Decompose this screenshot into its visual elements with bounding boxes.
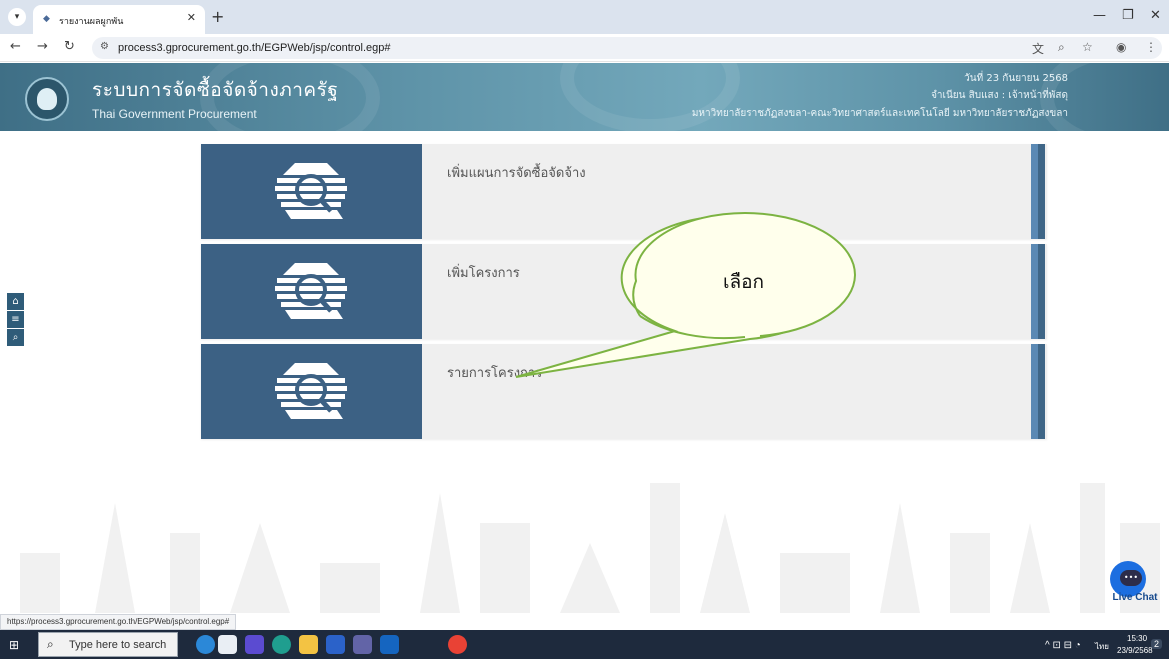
copilot-icon[interactable] (245, 635, 264, 654)
url-text[interactable]: process3.gprocurement.go.th/EGPWeb/jsp/c… (118, 42, 391, 54)
procurement-emblem-icon (275, 363, 347, 419)
card-accent-bar (1038, 144, 1045, 239)
taskbar-search-placeholder: Type here to search (69, 639, 167, 651)
browser-menu-icon[interactable]: ⋮ (1145, 40, 1157, 54)
restore-icon[interactable]: ❐ (1122, 8, 1134, 23)
procurement-emblem-icon (275, 263, 347, 319)
card-icon-panel (201, 344, 422, 439)
taskbar-search-icon: ⌕ (47, 637, 54, 651)
card-accent-bar (1031, 244, 1038, 339)
browser-tab[interactable]: ◆ รายงานผลผูกพัน ✕ (33, 5, 205, 34)
chat-dots-icon: ••• (1120, 570, 1142, 586)
card-accent-bar (1038, 344, 1045, 439)
live-chat-button[interactable]: ••• Live Chat (1103, 561, 1163, 611)
windows-start-icon[interactable]: ⊞ (9, 638, 19, 652)
tab-favicon-icon: ◆ (43, 14, 50, 24)
card-accent-bar (1031, 344, 1038, 439)
comptroller-logo[interactable] (25, 77, 69, 121)
browser-tab-strip: ▾ ◆ รายงานผลผูกพัน ✕ + — ❐ ✕ (0, 0, 1169, 34)
clock-date[interactable]: 23/9/2568 (1117, 646, 1153, 655)
header-user: จำเนียน สิบแสง : เจ้าหน้าที่พัสดุ (931, 90, 1068, 101)
menu-card-project-list[interactable]: รายการโครงการ (201, 344, 1047, 439)
site-subtitle: Thai Government Procurement (92, 107, 257, 121)
translate-icon[interactable]: 文 (1032, 40, 1044, 57)
menu-card-label: เพิ่มโครงการ (447, 266, 520, 281)
minimize-icon[interactable]: — (1093, 8, 1106, 23)
back-icon[interactable]: ← (10, 39, 21, 54)
menu-card-label: รายการโครงการ (447, 366, 543, 381)
menu-card-add-plan[interactable]: เพิ่มแผนการจัดซื้อจัดจ้าง (201, 144, 1047, 239)
logo-emblem-icon (37, 88, 57, 110)
word-icon[interactable] (326, 635, 345, 654)
live-chat-label: Live Chat (1112, 592, 1158, 603)
taskbar-search-box[interactable]: ⌕ Type here to search (38, 632, 178, 657)
search-icon[interactable]: ⌕ (7, 329, 24, 346)
procurement-emblem-icon (275, 163, 347, 219)
chrome-icon[interactable] (448, 635, 467, 654)
browser-toolbar: ← → ↻ ⚙ process3.gprocurement.go.th/EGPW… (0, 34, 1169, 62)
menu-icon[interactable]: ≡ (7, 311, 24, 328)
card-icon-panel (201, 144, 422, 239)
zoom-app-icon[interactable] (380, 635, 399, 654)
header-organization: มหาวิทยาลัยราชภัฏสงขลา-คณะวิทยาศาสตร์และ… (691, 108, 1068, 119)
side-toolbar: ⌂ ≡ ⌕ (7, 293, 24, 347)
zoom-icon[interactable]: ⌕ (1058, 40, 1065, 55)
card-icon-panel (201, 244, 422, 339)
teams-icon[interactable] (353, 635, 372, 654)
forward-icon[interactable]: → (37, 39, 48, 54)
egp-header: ระบบการจัดซื้อจัดจ้างภาครัฐ Thai Governm… (0, 63, 1169, 131)
home-icon[interactable]: ⌂ (7, 293, 24, 310)
new-tab-button[interactable]: + (211, 7, 224, 26)
card-accent-bar (1038, 244, 1045, 339)
window-close-icon[interactable]: ✕ (1150, 8, 1161, 23)
tab-title: รายงานผลผูกพัน (59, 17, 124, 27)
site-title: ระบบการจัดซื้อจัดจ้างภาครัฐ (92, 79, 339, 101)
edge-browser-icon[interactable] (272, 635, 291, 654)
card-accent-bar (1031, 144, 1038, 239)
site-info-icon[interactable]: ⚙ (100, 41, 109, 52)
tab-search-icon[interactable]: ▾ (8, 8, 26, 26)
weather-widget-icon[interactable] (196, 635, 215, 654)
windows-taskbar: ⊞ ⌕ Type here to search ^ ⊡ ⊟ ◔ ไทย 15:3… (0, 630, 1169, 659)
file-explorer-icon[interactable] (299, 635, 318, 654)
temple-skyline-background (20, 483, 1160, 613)
input-language[interactable]: ไทย (1095, 640, 1109, 653)
tray-icons[interactable]: ^ ⊡ ⊟ ◔ (1045, 640, 1081, 651)
bookmark-star-icon[interactable]: ☆ (1082, 40, 1093, 54)
address-bar[interactable]: ⚙ process3.gprocurement.go.th/EGPWeb/jsp… (92, 37, 1162, 59)
reload-icon[interactable]: ↻ (64, 39, 75, 54)
main-content: ⌂ ≡ ⌕ เพิ่มแผนการจัดซื้อจัดจ้าง เพิ่มโคร… (0, 131, 1169, 613)
menu-card-label: เพิ่มแผนการจัดซื้อจัดจ้าง (447, 166, 586, 181)
profile-icon[interactable]: ◉ (1116, 40, 1126, 54)
clock-time[interactable]: 15:30 (1127, 634, 1147, 643)
status-bar-url: https://process3.gprocurement.go.th/EGPW… (0, 614, 237, 630)
telescope-app-icon[interactable] (218, 635, 237, 654)
menu-card-add-project[interactable]: เพิ่มโครงการ (201, 244, 1047, 339)
callout-text: เลือก (723, 271, 765, 293)
tab-close-icon[interactable]: ✕ (187, 11, 196, 24)
notification-badge[interactable]: 2 (1151, 639, 1163, 649)
header-date: วันที่ 23 กันยายน 2568 (964, 73, 1068, 84)
